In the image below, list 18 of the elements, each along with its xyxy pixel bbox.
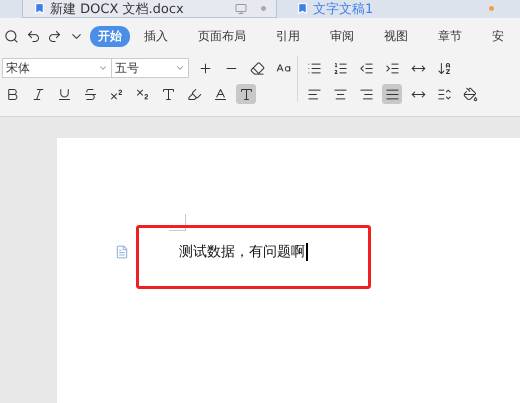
character-shading-icon[interactable] bbox=[236, 84, 256, 104]
document-icon bbox=[33, 2, 46, 15]
monitor-icon bbox=[235, 2, 247, 14]
ribbon-tab[interactable]: 审阅 bbox=[322, 26, 362, 46]
justify-icon[interactable] bbox=[382, 84, 402, 104]
font-name-field[interactable]: 宋体 bbox=[2, 58, 112, 78]
margin-corner-mark bbox=[169, 214, 186, 231]
ribbon-tab[interactable]: 视图 bbox=[376, 26, 416, 46]
document-tab[interactable]: 新建 DOCX 文档.docx bbox=[22, 0, 277, 18]
ribbon-tab[interactable]: 页面布局 bbox=[190, 26, 254, 46]
paragraph-icon bbox=[115, 245, 129, 259]
ribbon-tab[interactable]: 安 bbox=[484, 26, 512, 46]
ribbon-tab[interactable]: 引用 bbox=[268, 26, 308, 46]
font-size-field[interactable]: 五号 bbox=[111, 58, 189, 78]
document-text: 测试数据，有问题啊 bbox=[179, 243, 308, 261]
ribbon-tab[interactable]: 插入 bbox=[136, 26, 176, 46]
document-icon bbox=[296, 2, 309, 15]
ribbon-tab[interactable]: 章节 bbox=[430, 26, 470, 46]
